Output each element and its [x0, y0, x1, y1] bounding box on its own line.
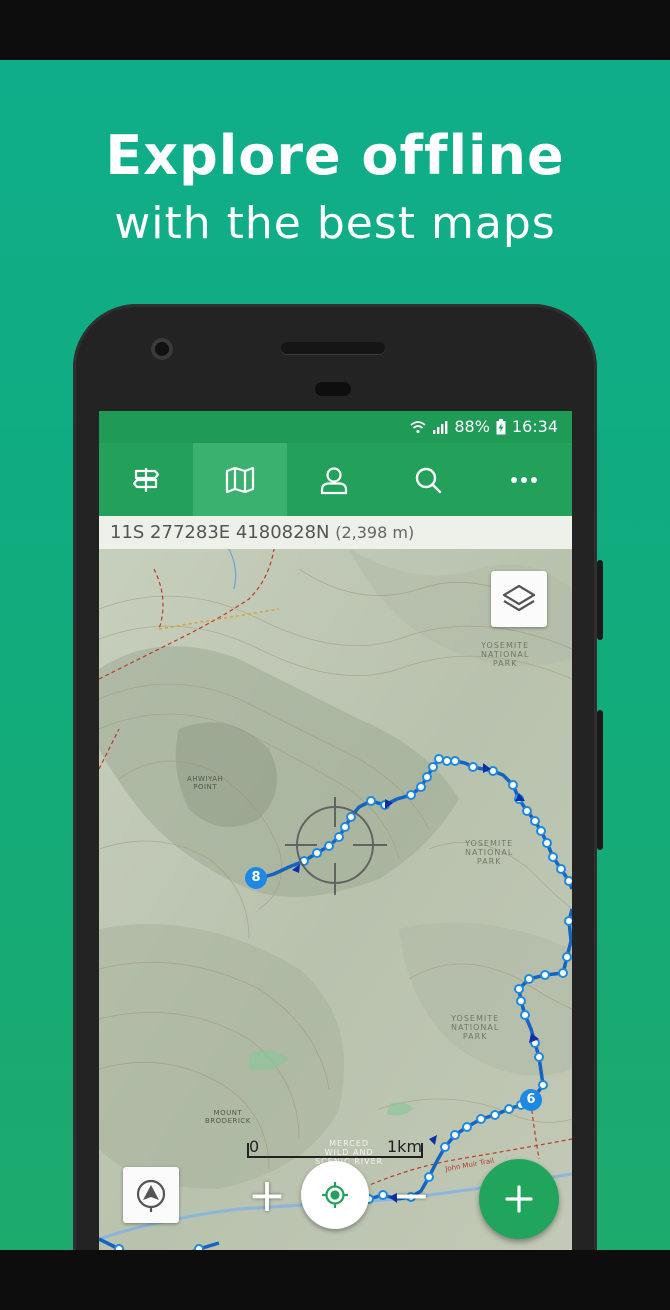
zoom-out-button[interactable]: − — [392, 1172, 431, 1218]
signpost-icon — [132, 467, 160, 492]
phone-camera — [151, 338, 173, 360]
waypoint-marker-8[interactable]: 8 — [245, 867, 267, 889]
nav-profile[interactable] — [287, 443, 381, 516]
plus-icon — [505, 1185, 533, 1213]
phone-sensor — [315, 382, 351, 396]
more-icon — [510, 476, 537, 483]
phone-side-button-bottom — [597, 710, 603, 850]
coordinate-value: 11S 277283E 4180828N — [110, 522, 330, 543]
clock: 16:34 — [511, 417, 558, 436]
nav-map[interactable] — [193, 443, 287, 516]
compass-icon — [136, 1179, 166, 1212]
orientation-button[interactable] — [123, 1167, 179, 1223]
coordinate-readout: 11S 277283E 4180828N (2,398 m) — [99, 516, 572, 549]
app-toolbar — [99, 443, 572, 516]
layers-icon — [502, 584, 536, 612]
map-icon — [225, 466, 255, 493]
promo-background: Explore offline with the best maps 88% 1… — [0, 60, 670, 1250]
zoom-in-button[interactable]: + — [247, 1172, 287, 1218]
nav-search[interactable] — [381, 443, 475, 516]
bottom-black-bar — [0, 1250, 670, 1310]
location-target-icon — [322, 1182, 348, 1208]
search-icon — [415, 467, 442, 493]
scale-start-label: 0 — [249, 1137, 260, 1156]
phone-speaker — [281, 342, 385, 354]
scale-end-label: 1km — [387, 1137, 423, 1156]
top-black-bar — [0, 0, 670, 60]
map-label-mount-broderick: MOUNT BRODERICK — [205, 1109, 251, 1125]
layers-button[interactable] — [491, 571, 547, 627]
wifi-icon — [410, 420, 426, 433]
nav-routes[interactable] — [99, 443, 193, 516]
add-button[interactable] — [479, 1159, 559, 1239]
status-bar: 88% 16:34 — [99, 411, 572, 443]
waypoint-marker-6[interactable]: 6 — [520, 1089, 542, 1111]
topo-map[interactable]: 8 6 YOSEMITE NATIONAL PARK YOSEMITE NATIONA… — [99, 549, 572, 1250]
battery-charging-icon — [496, 418, 506, 434]
promo-headline: Explore offline — [105, 124, 565, 187]
nav-more[interactable] — [475, 443, 572, 516]
my-location-button[interactable] — [301, 1161, 369, 1229]
signal-icon — [433, 420, 448, 434]
map-label-ahwiyah: AHWIYAH POINT — [187, 775, 224, 791]
phone-screen: 88% 16:34 11S 277283E 4180828N (2,398 m)… — [99, 411, 572, 1250]
map-label-yosemite-1: YOSEMITE NATIONAL PARK — [481, 641, 530, 668]
map-label-yosemite-3: YOSEMITE NATIONAL PARK — [451, 1014, 500, 1041]
user-icon — [320, 466, 348, 494]
phone-side-button-top — [597, 560, 603, 640]
altitude-value: (2,398 m) — [335, 523, 415, 542]
map-label-yosemite-2: YOSEMITE NATIONAL PARK — [465, 839, 514, 866]
phone-frame: 88% 16:34 11S 277283E 4180828N (2,398 m)… — [73, 304, 597, 1250]
map-scale-bar: 0 1km — [247, 1137, 423, 1159]
promo-subheadline: with the best maps — [114, 198, 556, 249]
battery-percent: 88% — [454, 417, 490, 436]
